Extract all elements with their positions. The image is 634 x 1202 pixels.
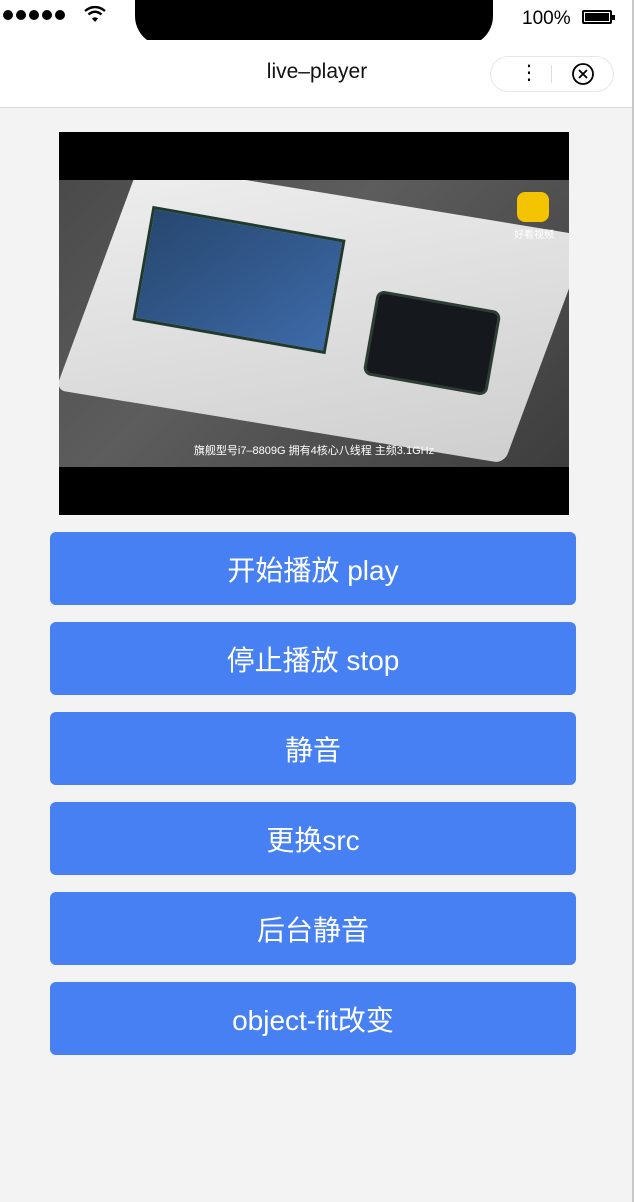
battery-percent: 100%	[522, 8, 571, 29]
battery-icon	[582, 10, 615, 24]
capsule-divider	[551, 65, 552, 83]
nav-bar: live–player ⋮	[0, 40, 634, 108]
background-mute-button[interactable]: 后台静音	[50, 892, 576, 965]
stop-button[interactable]: 停止播放 stop	[50, 622, 576, 695]
capsule-menu: ⋮	[490, 56, 614, 92]
play-button[interactable]: 开始播放 play	[50, 532, 576, 605]
close-icon[interactable]	[571, 62, 595, 86]
object-fit-button[interactable]: object-fit改变	[50, 982, 576, 1055]
watermark-text: 好看视频	[514, 230, 554, 241]
signal-icon	[3, 10, 65, 20]
watermark-logo-icon	[517, 192, 549, 222]
change-src-button[interactable]: 更换src	[50, 802, 576, 875]
status-bar: 100%	[0, 0, 634, 46]
more-icon[interactable]: ⋮	[519, 63, 539, 83]
video-subtitle: 旗舰型号i7–8809G 拥有4核心八线程 主频3.1GHz	[193, 445, 435, 457]
wifi-icon	[84, 6, 106, 22]
mute-button[interactable]: 静音	[50, 712, 576, 785]
video-frame: 好看视频 旗舰型号i7–8809G 拥有4核心八线程 主频3.1GHz	[59, 180, 569, 467]
live-player-video[interactable]: 好看视频 旗舰型号i7–8809G 拥有4核心八线程 主频3.1GHz	[59, 132, 569, 515]
